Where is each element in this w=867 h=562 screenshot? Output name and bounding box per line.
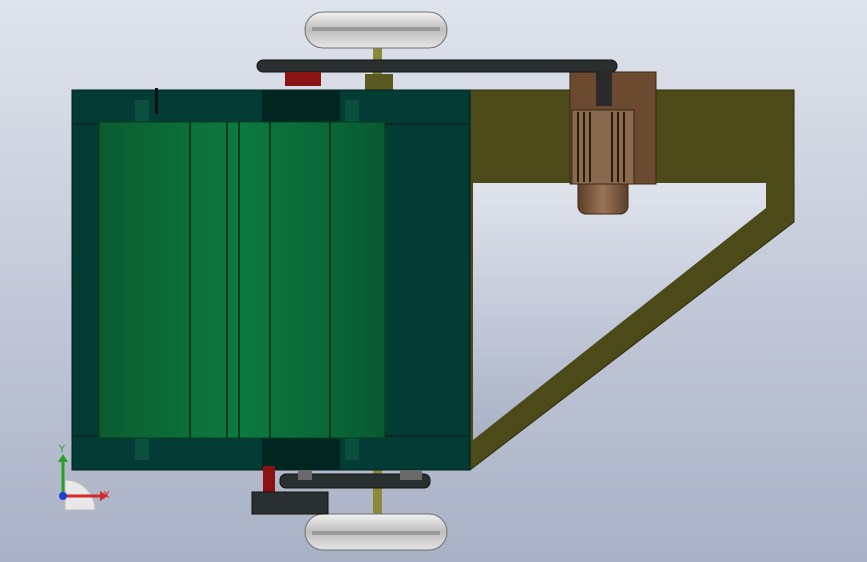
top-rail-block-left xyxy=(135,100,149,122)
cad-viewport[interactable]: Y X xyxy=(0,0,867,562)
top-bolt xyxy=(155,88,158,114)
top-rail-block-right xyxy=(345,100,359,122)
bottom-shaft-housing xyxy=(262,436,340,470)
bottom-rail-block-left xyxy=(135,438,149,460)
model-scene[interactable]: Y X xyxy=(0,0,867,562)
bottom-rail-block-right xyxy=(345,438,359,460)
top-shaft-housing xyxy=(262,90,340,124)
green-drum-assembly[interactable] xyxy=(98,121,386,439)
y-axis-label: Y xyxy=(58,444,66,455)
x-axis-label: X xyxy=(103,490,110,501)
